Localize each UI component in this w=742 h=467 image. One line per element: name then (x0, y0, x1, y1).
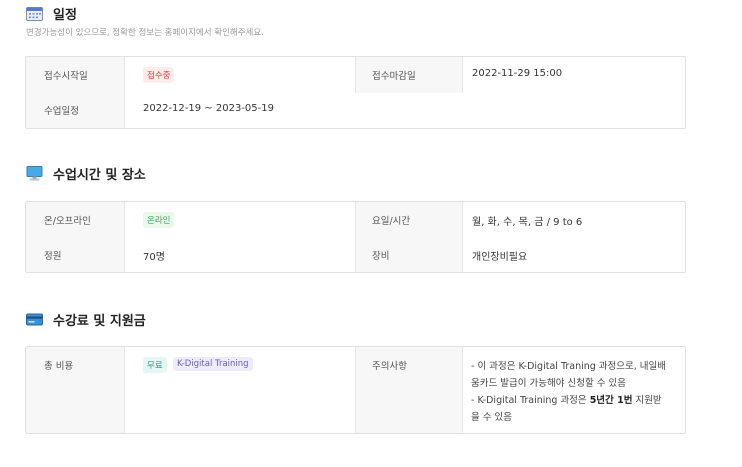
fee-title: 수강료 및 지원금 (53, 314, 146, 329)
caution-text: 지원받 (632, 395, 662, 406)
schedule-title: 일정 (53, 8, 77, 23)
apply-end-value: 2022-11-29 15:00 (472, 68, 563, 79)
caution-emphasis: 5년간 1번 (589, 395, 633, 406)
fee-table: 총 비용 무료 K-Digital Training 주의사항 - 이 과정은 … (25, 346, 686, 434)
table-row: 접수시작일 접수중 접수마감일 2022-11-29 15:00 (26, 57, 685, 93)
apply-start-label: 접수시작일 (44, 71, 88, 82)
equipment-value: 개인장비필요 (472, 252, 528, 263)
table-row: 수업일정 2022-12-19 ~ 2023-05-19 (26, 93, 685, 130)
class-info-heading: 수업시간 및 장소 (26, 164, 146, 183)
caution-line: 을 수 있음 (471, 412, 512, 423)
monitor-icon (26, 166, 43, 181)
schedule-table: 접수시작일 접수중 접수마감일 2022-11-29 15:00 수업일정 20… (25, 56, 686, 129)
free-badge: 무료 (143, 357, 167, 373)
schedule-subnote: 변경가능성이 있으므로, 정확한 정보는 홈페이지에서 확인해주세요. (26, 28, 264, 38)
fee-heading: 수강료 및 지원금 (26, 310, 146, 329)
day-time-value: 월, 화, 수, 목, 금 / 9 to 6 (472, 217, 583, 228)
total-cost-label: 총 비용 (44, 361, 74, 372)
table-row: 온/오프라인 온라인 요일/시간 월, 화, 수, 목, 금 / 9 to 6 (26, 202, 685, 238)
status-badge: 접수중 (143, 67, 175, 83)
class-info-table: 온/오프라인 온라인 요일/시간 월, 화, 수, 목, 금 / 9 to 6 … (25, 201, 686, 273)
fee-label-column (26, 347, 125, 433)
class-period-value: 2022-12-19 ~ 2023-05-19 (143, 103, 274, 114)
class-info-title: 수업시간 및 장소 (53, 168, 146, 183)
caution-line: 움카드 발급이 가능해야 신청할 수 있음 (471, 378, 626, 389)
caution-label: 주의사항 (372, 361, 407, 372)
capacity-value: 70명 (143, 252, 165, 263)
caution-line: - 이 과정은 K-Digital Traning 과정으로, 내일배 (471, 361, 667, 372)
apply-end-label: 접수마감일 (372, 71, 416, 82)
calendar-icon (26, 7, 43, 21)
caution-line: - K-Digital Training 과정은 5년간 1번 지원받 (471, 392, 676, 409)
online-badge: 온라인 (143, 212, 175, 228)
caution-text: - K-Digital Training 과정은 (471, 395, 590, 406)
credit-card-icon (26, 313, 43, 326)
kdt-badge: K-Digital Training (173, 357, 253, 371)
equipment-label: 장비 (372, 251, 390, 262)
table-row: 정원 70명 장비 개인장비필요 (26, 238, 685, 274)
online-offline-label: 온/오프라인 (44, 216, 91, 227)
caution-note: - 이 과정은 K-Digital Traning 과정으로, 내일배 움카드 … (471, 358, 676, 426)
class-period-label: 수업일정 (44, 106, 79, 117)
day-time-label: 요일/시간 (372, 216, 411, 227)
capacity-label: 정원 (44, 251, 62, 262)
schedule-heading: 일정 (26, 4, 77, 23)
